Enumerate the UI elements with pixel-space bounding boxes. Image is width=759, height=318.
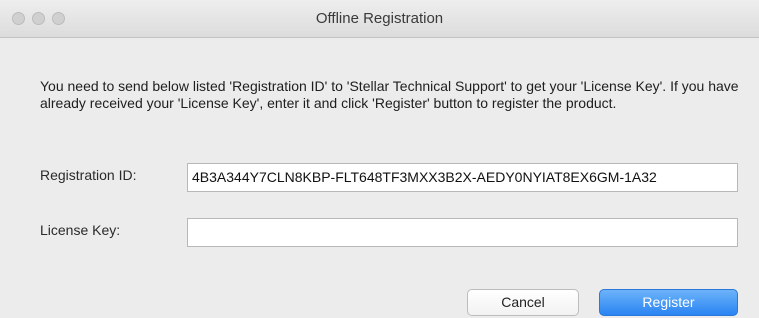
registration-id-label: Registration ID:: [40, 167, 137, 183]
license-key-label: License Key:: [40, 222, 121, 238]
instructions-text: You need to send below listed 'Registrat…: [40, 78, 739, 111]
cancel-button[interactable]: Cancel: [467, 289, 579, 316]
title-bar: Offline Registration: [0, 0, 759, 38]
offline-registration-dialog: Offline Registration You need to send be…: [0, 0, 759, 318]
register-button[interactable]: Register: [599, 289, 738, 316]
registration-id-value: 4B3A344Y7CLN8KBP-FLT648TF3MXX3B2X-AEDY0N…: [192, 169, 657, 185]
window-title: Offline Registration: [315, 10, 444, 27]
registration-id-field[interactable]: 4B3A344Y7CLN8KBP-FLT648TF3MXX3B2X-AEDY0N…: [187, 163, 738, 192]
license-key-input[interactable]: [187, 218, 738, 247]
